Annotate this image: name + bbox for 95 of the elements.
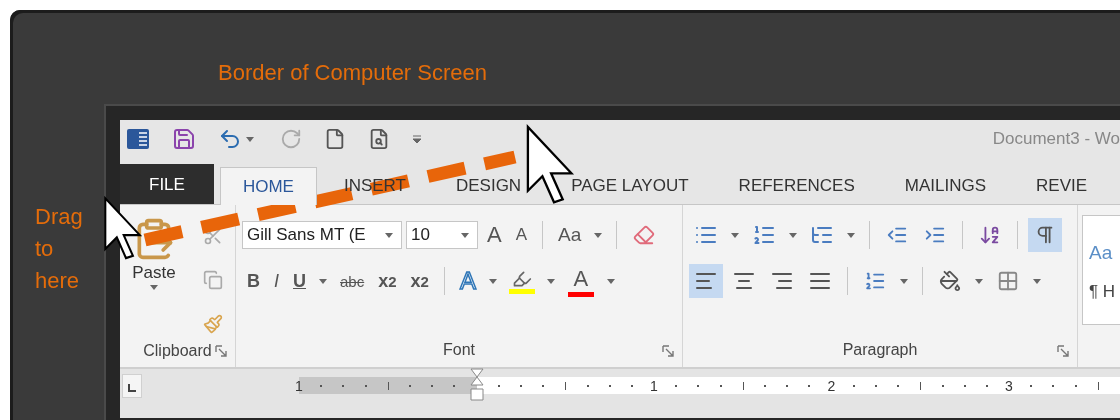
file-tab[interactable]: FILE: [120, 164, 214, 204]
ruler-tick: [786, 384, 789, 387]
ruler-tick: [608, 384, 611, 387]
print-preview-icon[interactable]: [368, 128, 390, 150]
ruler-tick: [897, 384, 900, 387]
ruler-tick: [1030, 384, 1033, 387]
annotation-label: Drag to here: [35, 203, 84, 295]
ruler-tick: [409, 384, 411, 387]
ribbon-tab[interactable]: DESIGN: [432, 166, 545, 204]
group-label: Font: [443, 341, 475, 359]
ruler-tick: [519, 384, 522, 387]
ribbon-tab[interactable]: MAILINGS: [881, 166, 1010, 204]
style-preview: Aa: [1089, 242, 1114, 264]
paste-label: Paste: [132, 263, 176, 283]
case-button[interactable]: Aa: [553, 219, 587, 251]
font-color-letter: A: [573, 265, 589, 292]
caret-icon[interactable]: [594, 232, 603, 238]
italic-button[interactable]: I: [269, 265, 284, 297]
line-spacing-icon[interactable]: [864, 270, 886, 292]
ruler-number: 1: [295, 377, 303, 394]
ruler-number: 3: [1005, 377, 1013, 394]
grow-button[interactable]: A: [482, 219, 507, 251]
shading-icon[interactable]: [939, 270, 961, 292]
ruler-tick: [963, 384, 966, 387]
bold-button[interactable]: B: [242, 265, 265, 297]
ruler-tick: [497, 384, 500, 387]
ruler-tick: [320, 384, 323, 387]
ruler-tick: [565, 381, 567, 390]
font-name-dropdown[interactable]: Gill Sans MT (E: [242, 221, 402, 249]
show-marks-button[interactable]: [1028, 218, 1062, 252]
ruler-tick: [808, 384, 811, 387]
app-logo-icon[interactable]: [126, 127, 150, 151]
caret-icon[interactable]: [546, 278, 555, 284]
ruler-tick: [874, 384, 877, 387]
ruler-number: 2: [827, 377, 836, 394]
font-size-dropdown[interactable]: 10: [406, 221, 478, 249]
dialog-launcher-icon[interactable]: [1057, 345, 1069, 357]
style-name: ¶ H: [1089, 282, 1116, 302]
group-label: Paragraph: [842, 341, 918, 359]
caret-icon[interactable]: [488, 278, 497, 284]
window-title: Document3 - Wo: [992, 129, 1120, 149]
caret-icon[interactable]: [1033, 278, 1041, 284]
ruler-tick: [453, 384, 456, 387]
caret-icon[interactable]: [789, 232, 797, 238]
caret-icon[interactable]: [731, 232, 739, 238]
indent-marker-icon[interactable]: [469, 368, 484, 404]
ruler-tick: [364, 384, 367, 387]
highlighter-icon[interactable]: [511, 268, 532, 289]
borders-icon[interactable]: [997, 270, 1019, 292]
ruler-tick: [586, 384, 589, 387]
sort-icon[interactable]: [979, 224, 1001, 246]
ruler-tick: [742, 381, 744, 390]
ruler-tick: [1074, 384, 1077, 387]
ribbon-tab[interactable]: REFERENCES: [715, 166, 878, 204]
ruler-tick: [985, 384, 988, 387]
ruler-tick: [342, 384, 345, 387]
ruler-tick: [697, 384, 700, 387]
save-icon[interactable]: [172, 127, 196, 151]
ruler-tick: [1097, 381, 1099, 390]
caret-icon[interactable]: [246, 136, 254, 142]
annotation-label: Border of Computer Screen: [218, 59, 488, 87]
ruler-tick: [542, 384, 545, 387]
ruler-tick: [719, 384, 722, 387]
ruler-tick: [852, 384, 855, 387]
font-color-button[interactable]: A: [562, 265, 599, 297]
ribbon-tab[interactable]: HOME: [219, 167, 317, 205]
clear-formatting-icon[interactable]: [633, 224, 656, 246]
styles-gallery[interactable]: Aa ¶ H: [1082, 215, 1120, 325]
undo-icon[interactable]: [218, 127, 242, 151]
group-label: Clipboard: [143, 342, 212, 360]
ruler-tick: [630, 384, 633, 387]
caret-icon[interactable]: [900, 278, 908, 284]
ruler-tick: [431, 384, 434, 387]
new-document-icon[interactable]: [324, 128, 346, 150]
ruler-tick: [1052, 384, 1055, 387]
shrink-button[interactable]: A: [510, 219, 533, 251]
tab-selector[interactable]: [122, 374, 143, 398]
customize-caret-icon[interactable]: [412, 134, 422, 144]
ruler-tick: [764, 384, 766, 387]
ruler-tick: [941, 384, 944, 387]
caret-icon[interactable]: [319, 278, 327, 284]
ribbon-tab[interactable]: REVIE: [1013, 166, 1111, 204]
strike-button[interactable]: abc: [335, 265, 370, 297]
dialog-launcher-icon[interactable]: [215, 345, 227, 357]
ruler-tick: [387, 381, 389, 390]
underline-button[interactable]: U: [288, 265, 311, 297]
caret-icon[interactable]: [847, 232, 855, 238]
tab-stop-icon: [128, 384, 137, 392]
ruler-number: 1: [650, 377, 658, 394]
ruler-tick: [920, 381, 922, 390]
ruler-tick: [675, 384, 678, 387]
caret-icon[interactable]: [606, 278, 615, 284]
caret-icon[interactable]: [975, 278, 983, 284]
dialog-launcher-icon[interactable]: [662, 345, 674, 357]
caret-icon[interactable]: [150, 285, 158, 290]
